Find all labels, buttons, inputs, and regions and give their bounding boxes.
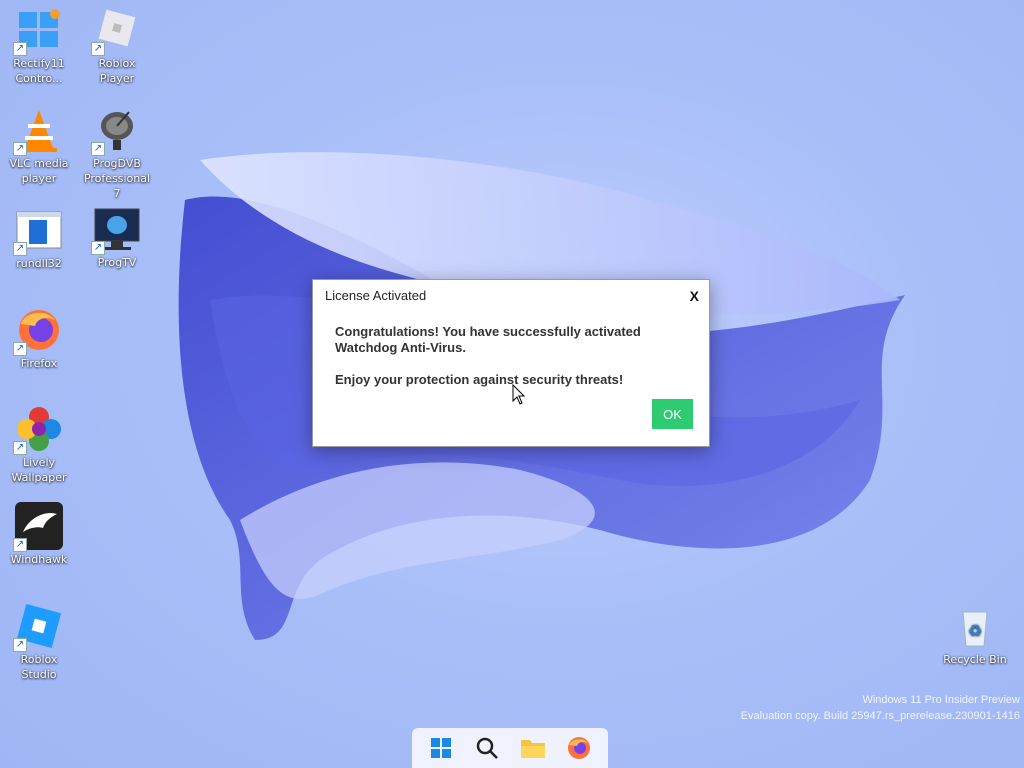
firefox-icon xyxy=(568,737,590,759)
close-button[interactable]: X xyxy=(690,288,699,304)
mouse-cursor-icon xyxy=(512,384,526,405)
recycle-bin-icon: ♻ xyxy=(951,602,999,650)
application-window-icon: ↗ xyxy=(13,206,63,256)
icon-label: Roblox Studio xyxy=(20,653,58,681)
rectify11-icon: ↗ xyxy=(13,6,63,56)
icon-label: Windhawk xyxy=(10,553,68,566)
firefox-taskbar-button[interactable] xyxy=(561,730,597,766)
lively-wallpaper-icon: ↗ xyxy=(13,405,63,455)
icon-label: Rectify11 Contro... xyxy=(13,57,65,85)
desktop-icon-recycle-bin[interactable]: ♻ Recycle Bin xyxy=(936,596,1014,688)
icon-label: ProgTV xyxy=(97,256,137,269)
file-explorer-icon xyxy=(521,740,545,758)
desktop-icon-roblox-player[interactable]: ↗ Roblox Player xyxy=(78,0,156,92)
icon-label: Firefox xyxy=(20,357,58,370)
vlc-cone-icon: ↗ xyxy=(13,106,63,156)
shortcut-arrow-icon: ↗ xyxy=(13,638,27,652)
roblox-icon: ↗ xyxy=(91,6,141,56)
windhawk-eagle-icon: ↗ xyxy=(13,502,63,552)
shortcut-arrow-icon: ↗ xyxy=(13,242,27,256)
shortcut-arrow-icon: ↗ xyxy=(91,42,105,56)
watermark-line2: Evaluation copy. Build 25947.rs_prerelea… xyxy=(740,710,1020,722)
icon-label: Lively Wallpaper xyxy=(11,456,67,484)
desktop-icon-rectify11[interactable]: ↗ Rectify11 Contro... xyxy=(0,0,78,92)
svg-text:♻: ♻ xyxy=(968,621,982,640)
license-activated-dialog: License Activated X Congratulations! You… xyxy=(312,279,710,447)
satellite-dish-icon: ↗ xyxy=(91,106,141,156)
firefox-icon: ↗ xyxy=(13,306,63,356)
roblox-studio-icon: ↗ xyxy=(13,602,63,652)
shortcut-arrow-icon: ↗ xyxy=(91,142,105,156)
desktop-icon-progtv[interactable]: ↗ ProgTV xyxy=(78,199,156,291)
start-icon xyxy=(431,738,451,758)
shortcut-arrow-icon: ↗ xyxy=(13,538,27,552)
search-button[interactable] xyxy=(469,730,505,766)
desktop-icon-vlc[interactable]: ↗ VLC media player xyxy=(0,100,78,192)
ok-button[interactable]: OK xyxy=(652,399,693,429)
shortcut-arrow-icon: ↗ xyxy=(13,342,27,356)
icon-label: Recycle Bin xyxy=(943,653,1007,666)
dialog-message-line1: Congratulations! You have successfully a… xyxy=(335,324,641,355)
icon-label: ProgDVB Professional 7 xyxy=(83,157,151,200)
search-icon xyxy=(476,737,498,759)
desktop-icon-rundll32[interactable]: ↗ rundll32 xyxy=(0,200,78,292)
desktop-icon-progdvb[interactable]: ↗ ProgDVB Professional 7 xyxy=(78,100,156,200)
os-watermark: Windows 11 Pro Insider Preview Evaluatio… xyxy=(741,692,1020,724)
shortcut-arrow-icon: ↗ xyxy=(13,42,27,56)
desktop-icon-lively[interactable]: ↗ Lively Wallpaper xyxy=(0,399,78,491)
icon-label: VLC media player xyxy=(9,157,69,185)
watermark-line1: Windows 11 Pro Insider Preview xyxy=(862,694,1020,706)
shortcut-arrow-icon: ↗ xyxy=(91,241,105,255)
shortcut-arrow-icon: ↗ xyxy=(13,142,27,156)
dialog-title: License Activated xyxy=(325,288,427,303)
icon-label: Roblox Player xyxy=(98,57,136,85)
desktop-icon-roblox-studio[interactable]: ↗ Roblox Studio xyxy=(0,596,78,688)
start-button[interactable] xyxy=(423,730,459,766)
icon-label: rundll32 xyxy=(16,257,62,270)
desktop-icon-windhawk[interactable]: ↗ Windhawk xyxy=(0,496,78,588)
taskbar xyxy=(412,728,608,768)
file-explorer-button[interactable] xyxy=(515,730,551,766)
desktop-icon-firefox[interactable]: ↗ Firefox xyxy=(0,300,78,392)
shortcut-arrow-icon: ↗ xyxy=(13,441,27,455)
tv-satellite-icon: ↗ xyxy=(91,205,141,255)
